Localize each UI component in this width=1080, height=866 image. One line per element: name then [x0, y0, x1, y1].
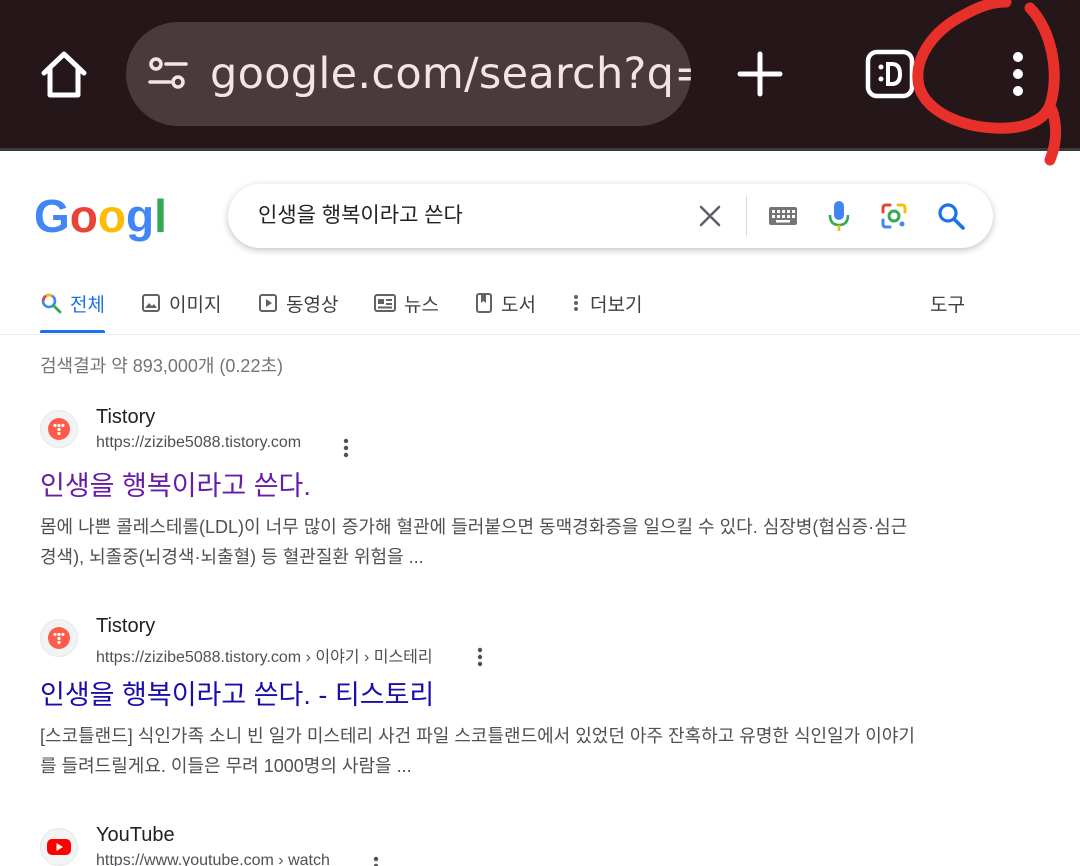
- keyboard-icon[interactable]: [768, 204, 798, 228]
- more-vert-icon[interactable]: [366, 854, 386, 866]
- browser-toolbar: google.com/search?q=: [0, 0, 1080, 148]
- search-icon: [41, 293, 62, 314]
- site-name: Tistory: [96, 615, 156, 637]
- more-vert-icon[interactable]: [336, 436, 356, 460]
- site-settings-icon[interactable]: [146, 52, 190, 96]
- search-box-divider: [746, 196, 747, 236]
- result-snippet: 몸에 나쁜 콜레스테롤(LDL)이 너무 많이 증가해 혈관에 들러붙으면 동맥…: [40, 517, 908, 567]
- lens-icon[interactable]: [880, 202, 908, 230]
- tab-switcher-icon: [865, 49, 915, 99]
- result-title-link[interactable]: 인생을 행복이라고 쓴다. - 티스토리: [40, 673, 434, 712]
- site-url[interactable]: https://zizibe5088.tistory.com: [96, 434, 301, 452]
- home-button[interactable]: [36, 46, 92, 102]
- tistory-icon: [48, 418, 70, 440]
- search-input[interactable]: 인생을 행복이라고 쓴다: [258, 184, 463, 248]
- toolbar-divider: [0, 148, 1080, 151]
- tab-images[interactable]: 이미지: [141, 286, 221, 320]
- tab-label: 더보기: [590, 294, 643, 316]
- tools-label: 도구: [930, 294, 965, 316]
- image-icon: [142, 294, 160, 312]
- site-url[interactable]: https://www.youtube.com › watch: [96, 852, 330, 866]
- url-text[interactable]: google.com/search?q=: [210, 46, 691, 102]
- more-vert-icon[interactable]: [470, 645, 490, 669]
- more-vert-icon: [1013, 52, 1023, 96]
- site-url[interactable]: https://zizibe5088.tistory.com › 이야기 › 미…: [96, 643, 433, 667]
- tab-all[interactable]: 전체: [40, 286, 105, 320]
- tistory-favicon[interactable]: [40, 410, 78, 448]
- tistory-icon: [48, 627, 70, 649]
- more-vert-icon: [574, 295, 578, 311]
- search-result: Tistory https://zizibe5088.tistory.com 인…: [40, 406, 940, 586]
- tab-books[interactable]: 도서: [475, 286, 536, 320]
- tab-switcher-button[interactable]: [864, 48, 916, 100]
- book-icon: [476, 293, 492, 313]
- result-stats: 검색결과 약 893,000개 (0.22초): [40, 356, 284, 376]
- tab-videos[interactable]: 동영상: [258, 286, 338, 320]
- tab-news[interactable]: 뉴스: [374, 286, 439, 320]
- tab-label: 이미지: [169, 294, 222, 316]
- site-name: Tistory: [96, 406, 156, 428]
- tab-label: 뉴스: [404, 294, 439, 316]
- tab-label: 전체: [70, 294, 105, 316]
- active-tab-indicator: [40, 330, 105, 333]
- nav-divider: [0, 334, 1080, 335]
- tab-label: 동영상: [286, 294, 339, 316]
- result-title-link[interactable]: 인생을 행복이라고 쓴다.: [40, 464, 311, 503]
- tools-button[interactable]: 도구: [930, 286, 965, 320]
- google-logo[interactable]: Google: [34, 190, 166, 246]
- new-tab-icon: [737, 51, 783, 97]
- svg-text:Google: Google: [34, 190, 166, 242]
- result-snippet: [스코틀랜드] 식인가족 소니 빈 일가 미스테리 사건 파일 스코틀랜드에서 …: [40, 726, 915, 776]
- site-name: YouTube: [96, 824, 175, 846]
- mic-icon[interactable]: [827, 200, 851, 232]
- close-icon[interactable]: [698, 204, 722, 228]
- search-result: YouTube https://www.youtube.com › watch: [40, 824, 940, 866]
- browser-menu-button[interactable]: [996, 48, 1040, 100]
- address-bar[interactable]: google.com/search?q=: [126, 22, 691, 126]
- youtube-icon: [47, 839, 71, 855]
- new-tab-button[interactable]: [734, 48, 786, 100]
- tab-more[interactable]: 더보기: [570, 286, 642, 320]
- news-icon: [374, 294, 396, 312]
- search-icon[interactable]: [937, 202, 965, 230]
- video-icon: [259, 294, 277, 312]
- search-box[interactable]: 인생을 행복이라고 쓴다: [228, 184, 993, 248]
- search-result: Tistory https://zizibe5088.tistory.com ›…: [40, 615, 940, 795]
- tistory-favicon[interactable]: [40, 619, 78, 657]
- youtube-favicon[interactable]: [40, 828, 78, 866]
- home-icon: [41, 51, 87, 98]
- tab-label: 도서: [501, 294, 536, 316]
